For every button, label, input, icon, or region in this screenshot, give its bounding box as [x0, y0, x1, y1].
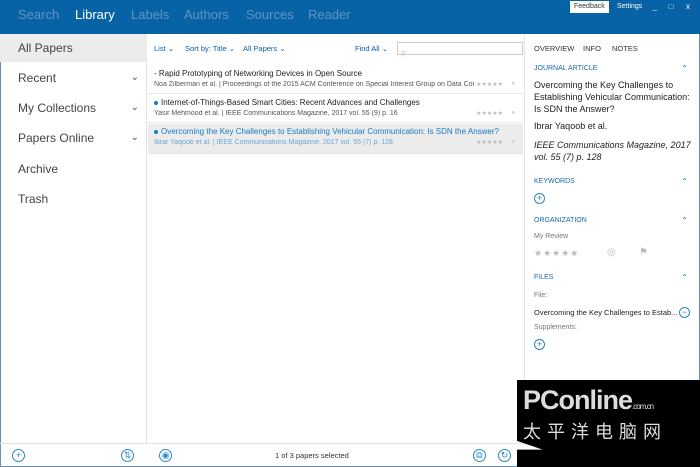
- unread-dot-icon: [154, 129, 158, 134]
- add-keyword-icon[interactable]: +: [534, 193, 545, 204]
- maximize-button[interactable]: □: [664, 2, 678, 11]
- label: All Papers: [243, 44, 278, 53]
- chevron-down-icon[interactable]: ⌄: [131, 94, 139, 122]
- search-icon: ⚲: [401, 51, 407, 58]
- copy-icon[interactable]: ⧉: [473, 449, 486, 462]
- watermark-domain: .com.cn: [632, 402, 654, 411]
- nav-authors[interactable]: Authors: [184, 7, 229, 22]
- tab-notes[interactable]: NOTES: [612, 44, 638, 53]
- paper-title: - Rapid Prototyping of Networking Device…: [154, 69, 363, 78]
- nav-search[interactable]: Search: [18, 7, 59, 22]
- label: All Papers: [18, 41, 73, 55]
- search-input[interactable]: ⚲: [397, 42, 523, 58]
- find-all-dropdown[interactable]: Find All ⌄: [355, 44, 388, 53]
- status-circle-icon[interactable]: ●: [511, 110, 515, 116]
- nav-reader[interactable]: Reader: [308, 7, 351, 22]
- add-icon[interactable]: +: [12, 449, 25, 462]
- my-review-label: My Review: [534, 233, 569, 240]
- eye-icon[interactable]: ◉: [159, 449, 172, 462]
- unread-dot-icon: [154, 100, 158, 105]
- remove-file-icon[interactable]: −: [679, 307, 690, 318]
- tab-info[interactable]: INFO: [583, 44, 601, 53]
- file-link[interactable]: Overcoming the Key Challenges to Estab..…: [534, 308, 677, 317]
- sidebar-item-archive[interactable]: Archive: [0, 155, 147, 183]
- sidebar-item-recent[interactable]: Recent ⌄: [0, 64, 147, 92]
- article-title: Overcoming the Key Challenges to Establi…: [534, 80, 690, 114]
- label: Find All: [355, 44, 380, 53]
- paper-row[interactable]: Internet-of-Things-Based Smart Cities: R…: [148, 95, 523, 123]
- chevron-up-icon[interactable]: ⌃: [681, 216, 688, 225]
- filter-dropdown[interactable]: All Papers ⌄: [243, 44, 286, 53]
- paper-row[interactable]: - Rapid Prototyping of Networking Device…: [148, 66, 523, 94]
- section-files: FILES: [534, 274, 554, 281]
- label: Recent: [18, 71, 57, 85]
- paper-row-selected[interactable]: Overcoming the Key Challenges to Establi…: [148, 124, 523, 154]
- label: Archive: [18, 162, 59, 176]
- top-bar: Search Library Labels Authors Sources Re…: [0, 0, 700, 34]
- sidebar-item-my-collections[interactable]: My Collections ⌄: [0, 94, 147, 122]
- sidebar-item-all-papers[interactable]: All Papers: [0, 34, 147, 62]
- rating-stars[interactable]: ★★★★★: [476, 81, 503, 88]
- rating-stars[interactable]: ★★★★★: [476, 110, 503, 117]
- section-keywords: KEYWORDS: [534, 178, 575, 185]
- supplements-label: Supplements:: [534, 324, 577, 331]
- rating-stars[interactable]: ★★★★★: [476, 139, 503, 146]
- share-icon[interactable]: ↻: [498, 449, 511, 462]
- paper-title-wrap: Overcoming the Key Challenges to Establi…: [154, 127, 499, 136]
- paper-title: Internet-of-Things-Based Smart Cities: R…: [161, 98, 420, 107]
- sidebar-item-trash[interactable]: Trash: [0, 185, 147, 213]
- tab-overview[interactable]: OVERVIEW: [534, 44, 574, 53]
- close-button[interactable]: x: [681, 2, 695, 11]
- paper-meta: Ibrar Yaqoob et al. | IEEE Communication…: [154, 139, 393, 146]
- review-stars[interactable]: ★★★★★: [534, 248, 579, 259]
- label: Sort by: Title: [185, 44, 227, 53]
- chevron-up-icon[interactable]: ⌃: [681, 177, 688, 186]
- label: List: [154, 44, 166, 53]
- minimize-button[interactable]: _: [648, 2, 662, 11]
- target-icon[interactable]: ◎: [607, 247, 616, 258]
- sort-dropdown[interactable]: Sort by: Title ⌄: [185, 44, 235, 53]
- label: Trash: [18, 192, 49, 206]
- label: My Collections: [18, 101, 97, 115]
- status-circle-icon[interactable]: ●: [511, 139, 515, 145]
- flag-icon[interactable]: ⚑: [639, 247, 648, 258]
- sort-settings-icon[interactable]: ⇅: [121, 449, 134, 462]
- chevron-up-icon[interactable]: ⌃: [681, 64, 688, 73]
- sidebar: All Papers Recent ⌄ My Collections ⌄ Paper…: [0, 34, 147, 443]
- section-organization: ORGANIZATION: [534, 217, 587, 224]
- sidebar-item-papers-online[interactable]: Papers Online ⌄: [0, 124, 147, 152]
- nav-library[interactable]: Library: [75, 7, 115, 22]
- paper-title-wrap: Internet-of-Things-Based Smart Cities: R…: [154, 98, 420, 107]
- watermark-logo: PConline.com.cn 太平洋电脑网: [517, 380, 700, 467]
- chevron-down-icon[interactable]: ⌄: [131, 124, 139, 152]
- article-source: IEEE Communications Magazine, 2017 vol. …: [534, 140, 691, 162]
- watermark-cn: 太平洋电脑网: [523, 422, 667, 442]
- watermark-brand-text: PConline: [523, 385, 633, 415]
- article-authors: Ibrar Yaqoob et al.: [534, 121, 608, 131]
- paper-meta: Noa Zilberman et al. | Proceedings of th…: [154, 81, 474, 88]
- chevron-down-icon[interactable]: ⌄: [131, 64, 139, 92]
- chevron-up-icon[interactable]: ⌃: [681, 273, 688, 282]
- status-circle-icon[interactable]: ●: [511, 81, 515, 87]
- watermark-brand: PConline.com.cn: [523, 385, 654, 416]
- nav-sources[interactable]: Sources: [246, 7, 294, 22]
- label: Papers Online: [18, 131, 95, 145]
- settings-button[interactable]: Settings: [613, 1, 646, 13]
- section-journal-article: JOURNAL ARTICLE: [534, 65, 598, 72]
- nav-labels[interactable]: Labels: [131, 7, 169, 22]
- paper-list-pane: List ⌄ Sort by: Title ⌄ All Papers ⌄ Fin…: [147, 34, 525, 443]
- selection-status: 1 of 3 papers selected: [275, 451, 349, 460]
- paper-title: Overcoming the Key Challenges to Establi…: [161, 127, 499, 136]
- feedback-button[interactable]: Feedback: [570, 1, 609, 13]
- file-label: File:: [534, 292, 548, 299]
- add-supplement-icon[interactable]: +: [534, 339, 545, 350]
- paper-meta: Yasir Mehmood et al. | IEEE Communicatio…: [154, 110, 398, 117]
- list-view-dropdown[interactable]: List ⌄: [154, 44, 174, 53]
